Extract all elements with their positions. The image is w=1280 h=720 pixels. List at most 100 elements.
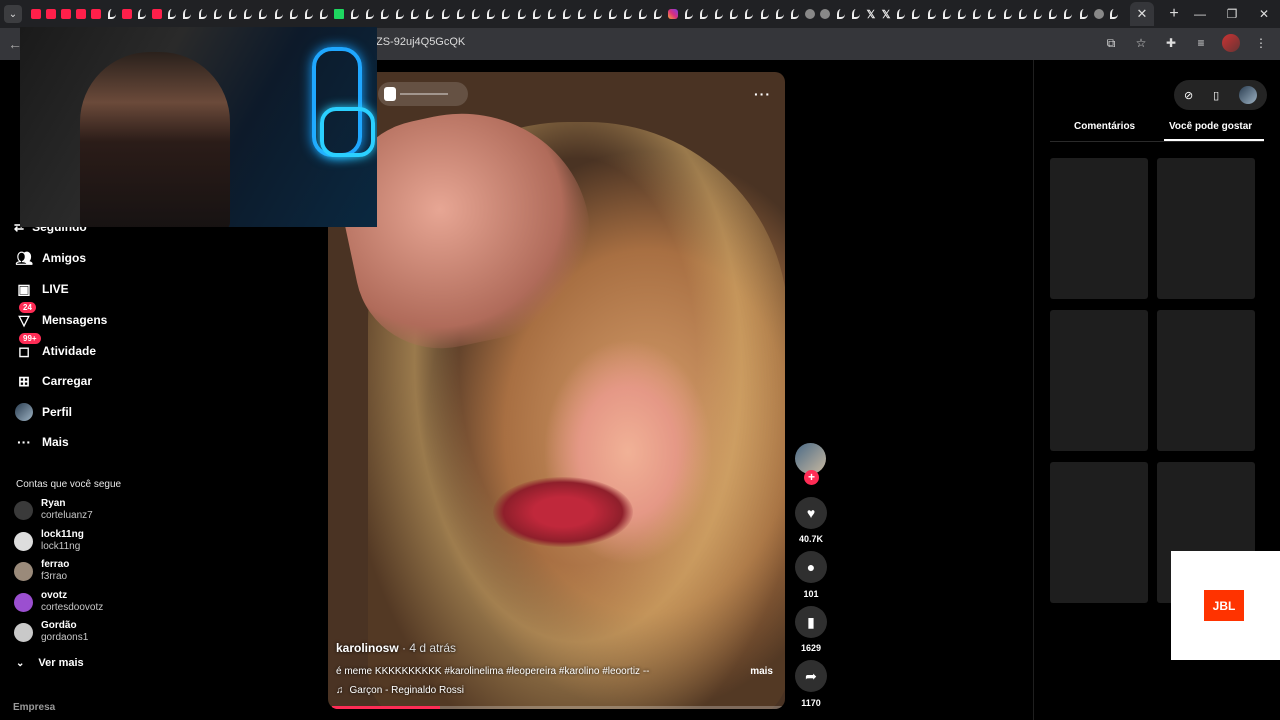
tiktok-tab-icon[interactable]: [605, 0, 620, 28]
see-more-button[interactable]: ⌄ Ver mais: [16, 657, 84, 669]
suggested-video-thumbnail[interactable]: [1157, 158, 1255, 299]
tiktok-tab-icon[interactable]: [590, 0, 605, 28]
tiktok-tab-icon[interactable]: [180, 0, 195, 28]
tiktok-tab-icon[interactable]: [210, 0, 225, 28]
instagram-tab-icon[interactable]: [666, 0, 681, 28]
suggested-video-thumbnail[interactable]: [1050, 158, 1148, 299]
compass-icon[interactable]: ⊘: [1184, 89, 1193, 102]
tiktok-tab-icon[interactable]: [742, 0, 757, 28]
tab-comments[interactable]: Comentários: [1074, 121, 1135, 132]
tiktok-tab-icon[interactable]: [681, 0, 696, 28]
tiktok-tab-icon[interactable]: [377, 0, 392, 28]
video-author[interactable]: karolinosw: [336, 641, 399, 655]
volume-icon[interactable]: [384, 87, 396, 101]
tab-search-button[interactable]: ⌄: [4, 5, 22, 23]
sidebar-item-more[interactable]: ··· Mais: [14, 430, 69, 454]
youtube-tab-icon[interactable]: [58, 0, 73, 28]
like-button[interactable]: ♥: [795, 497, 827, 529]
tiktok-tab-icon[interactable]: [225, 0, 240, 28]
sidebar-item-live[interactable]: ▣ LIVE: [14, 277, 68, 301]
sidebar-item-messages[interactable]: ▽ 24 Mensagens: [14, 302, 107, 332]
tiktok-tab-icon[interactable]: [1106, 0, 1121, 28]
volume-control[interactable]: [378, 82, 468, 106]
tiktok-tab-icon[interactable]: [514, 0, 529, 28]
tiktok-tab-icon[interactable]: [1030, 0, 1045, 28]
tiktok-tab-icon[interactable]: [165, 0, 180, 28]
tiktok-tab-icon[interactable]: [560, 0, 575, 28]
followed-account[interactable]: ferrao f3rrao: [14, 556, 69, 586]
tiktok-tab-icon[interactable]: [408, 0, 423, 28]
kick-tab-icon[interactable]: [332, 0, 347, 28]
tiktok-tab-icon[interactable]: [301, 0, 316, 28]
followed-account[interactable]: Ryan corteluanz7: [14, 495, 93, 525]
tiktok-tab-icon[interactable]: [195, 0, 210, 28]
share-button[interactable]: ➦: [795, 660, 827, 692]
tiktok-tab-icon[interactable]: [1015, 0, 1030, 28]
suggested-video-thumbnail[interactable]: [1050, 310, 1148, 451]
suggested-video-thumbnail[interactable]: [1050, 462, 1148, 603]
tiktok-tab-icon[interactable]: [438, 0, 453, 28]
tiktok-tab-icon[interactable]: [499, 0, 514, 28]
url-text[interactable]: ZS-92uj4Q5GcQK: [376, 36, 465, 48]
follow-plus-icon[interactable]: +: [804, 470, 819, 485]
sidebar-item-friends[interactable]: 👥︎ Amigos: [14, 246, 86, 270]
tiktok-tab-icon[interactable]: [544, 0, 559, 28]
youtube-tab-icon[interactable]: [119, 0, 134, 28]
tiktok-tab-icon[interactable]: [453, 0, 468, 28]
video-music[interactable]: ♫ Garçon - Reginaldo Rossi: [336, 685, 464, 696]
sidebar-item-upload[interactable]: ⊞ Carregar: [14, 369, 92, 393]
tiktok-tab-icon[interactable]: [772, 0, 787, 28]
video-progress-bar[interactable]: [332, 706, 782, 709]
minimize-button[interactable]: —: [1184, 0, 1216, 28]
tiktok-tab-icon[interactable]: [1046, 0, 1061, 28]
user-avatar[interactable]: [1239, 86, 1258, 104]
sidebar-item-activity[interactable]: ◻ 99+ Atividade: [14, 333, 96, 363]
browser-menu-icon[interactable]: ⋮: [1252, 34, 1270, 52]
phone-icon[interactable]: ▯: [1213, 89, 1219, 102]
active-tab-close-button[interactable]: ✕: [1130, 2, 1154, 26]
youtube-tab-icon[interactable]: [43, 0, 58, 28]
tiktok-tab-icon[interactable]: [286, 0, 301, 28]
save-button[interactable]: ▮: [795, 606, 827, 638]
tiktok-tab-icon[interactable]: [1076, 0, 1091, 28]
youtube-tab-icon[interactable]: [89, 0, 104, 28]
tiktok-tab-icon[interactable]: [1061, 0, 1076, 28]
tiktok-tab-icon[interactable]: [954, 0, 969, 28]
tiktok-tab-icon[interactable]: [787, 0, 802, 28]
followed-account[interactable]: ovotz cortesdoovotz: [14, 587, 103, 617]
tiktok-tab-icon[interactable]: [727, 0, 742, 28]
media-controls-icon[interactable]: ≡: [1192, 34, 1210, 52]
tiktok-tab-icon[interactable]: [256, 0, 271, 28]
tiktok-tab-icon[interactable]: [711, 0, 726, 28]
tiktok-tab-icon[interactable]: [271, 0, 286, 28]
tiktok-tab-icon[interactable]: [423, 0, 438, 28]
video-player[interactable]: ··· karolinosw · 4 d atrás é meme KKKKKK…: [328, 72, 785, 709]
extensions-icon[interactable]: ✚: [1162, 34, 1180, 52]
comment-button[interactable]: ●: [795, 551, 827, 583]
tab-suggested[interactable]: Você pode gostar: [1169, 121, 1252, 132]
tiktok-tab-icon[interactable]: [620, 0, 635, 28]
tiktok-tab-icon[interactable]: [909, 0, 924, 28]
x-tab-icon[interactable]: 𝕏: [879, 0, 894, 28]
tiktok-tab-icon[interactable]: [924, 0, 939, 28]
tiktok-tab-icon[interactable]: [636, 0, 651, 28]
tiktok-tab-icon[interactable]: [134, 0, 149, 28]
tiktok-tab-icon[interactable]: [970, 0, 985, 28]
restore-button[interactable]: ❐: [1216, 0, 1248, 28]
video-options-icon[interactable]: ···: [754, 86, 771, 102]
tiktok-tab-icon[interactable]: [833, 0, 848, 28]
tiktok-tab-icon[interactable]: [1000, 0, 1015, 28]
sidebar-item-profile[interactable]: Perfil: [14, 400, 72, 424]
tiktok-tab-icon[interactable]: [241, 0, 256, 28]
new-tab-button[interactable]: +: [1164, 5, 1184, 23]
footer-company-link[interactable]: Empresa: [13, 702, 55, 713]
tiktok-tab-icon[interactable]: [347, 0, 362, 28]
volume-slider[interactable]: [400, 93, 448, 95]
tiktok-tab-icon[interactable]: [575, 0, 590, 28]
tiktok-tab-icon[interactable]: [529, 0, 544, 28]
tiktok-tab-icon[interactable]: [848, 0, 863, 28]
close-window-button[interactable]: ✕: [1248, 0, 1280, 28]
x-tab-icon[interactable]: 𝕏: [863, 0, 878, 28]
tiktok-tab-icon[interactable]: [939, 0, 954, 28]
tiktok-tab-icon[interactable]: [894, 0, 909, 28]
